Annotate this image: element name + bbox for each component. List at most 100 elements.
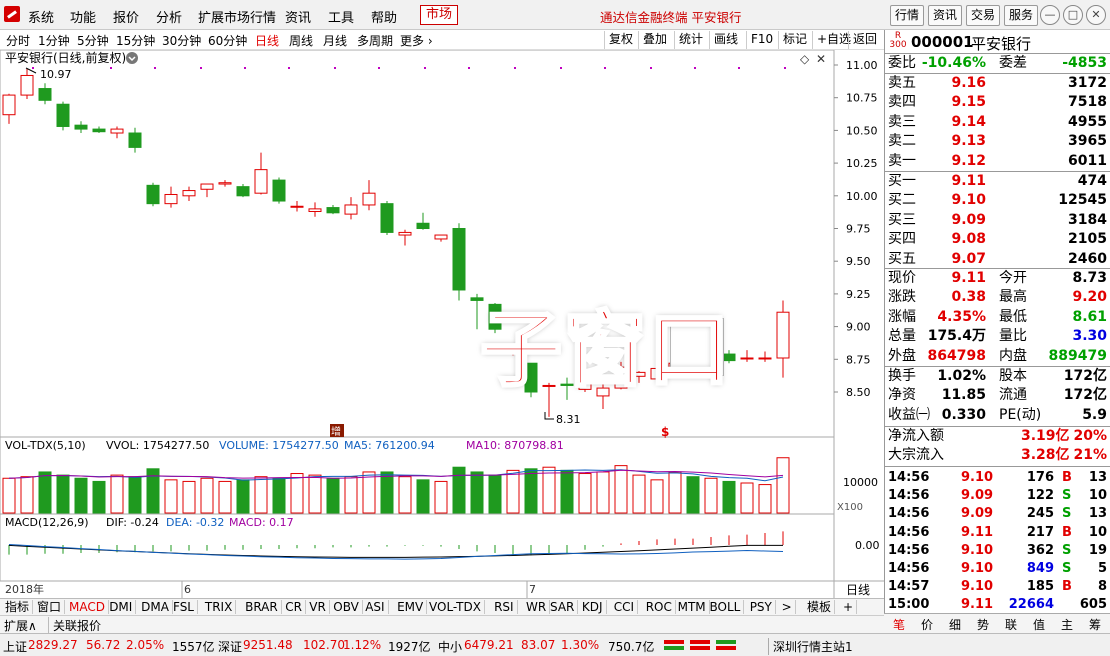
quote-tab-button[interactable]: 行情	[890, 5, 924, 26]
volume-bar[interactable]	[164, 479, 178, 514]
ask-price[interactable]: 9.16	[951, 74, 986, 92]
volume-bar[interactable]	[650, 479, 664, 514]
candle-body[interactable]	[164, 193, 178, 205]
candle-body[interactable]	[434, 234, 448, 240]
volume-bar[interactable]	[488, 474, 502, 514]
period-1min[interactable]: 1分钟	[38, 32, 70, 49]
volume-bar[interactable]	[272, 477, 286, 514]
volume-bar[interactable]	[362, 471, 376, 514]
volume-bar[interactable]	[452, 466, 466, 514]
volume-bar[interactable]	[596, 471, 610, 514]
quote-tab[interactable]: 值	[1026, 616, 1052, 633]
candle-body[interactable]	[128, 132, 142, 148]
volume-bar[interactable]	[74, 477, 88, 514]
indicator-tab-asi[interactable]: ASI	[362, 600, 389, 614]
ask-price[interactable]: 9.13	[951, 132, 986, 150]
period-30min[interactable]: 30分钟	[162, 32, 201, 49]
ask-price[interactable]: 9.12	[951, 152, 986, 170]
volume-bar[interactable]	[434, 480, 448, 514]
indicator-tab-dma[interactable]: DMA	[138, 600, 173, 614]
sh-index-label[interactable]: 上证	[3, 638, 27, 655]
quote-tab[interactable]: 势	[970, 616, 996, 633]
menu-help[interactable]: 帮助	[371, 7, 397, 26]
indicator-tab-roc[interactable]: ROC	[643, 600, 676, 614]
volume-bar[interactable]	[344, 476, 358, 514]
indicator-tab-vr[interactable]: VR	[306, 600, 330, 614]
tool-mark[interactable]: 标记	[778, 31, 807, 49]
period-5min[interactable]: 5分钟	[77, 32, 109, 49]
menu-extended-market[interactable]: 扩展市场行情	[198, 7, 276, 26]
quote-tab[interactable]: 笔	[886, 616, 912, 633]
trade-tick-row[interactable]: 14:57 9.10 185 B 8	[885, 578, 1110, 596]
trade-tick-row[interactable]: 14:56 9.10 176 B 13	[885, 469, 1110, 487]
candle-body[interactable]	[38, 88, 52, 101]
maximize-icon[interactable]: □	[1063, 5, 1083, 25]
period-multi[interactable]: 多周期	[357, 32, 393, 49]
candle-body[interactable]	[254, 169, 268, 194]
trade-tick-row[interactable]: 14:56 9.11 217 B 10	[885, 524, 1110, 542]
indicator-tab-obv[interactable]: OBV	[330, 600, 363, 614]
template-button[interactable]: 模板	[804, 600, 836, 614]
candle-body[interactable]	[308, 208, 322, 212]
tool-f10[interactable]: F10	[746, 31, 773, 49]
indicator-tab-kdj[interactable]: KDJ	[579, 600, 607, 614]
volume-bar[interactable]	[776, 457, 790, 514]
ask-price[interactable]: 9.14	[951, 113, 986, 131]
market-button[interactable]: 市场	[420, 5, 458, 25]
candle-body[interactable]	[398, 231, 412, 236]
candle-body[interactable]	[362, 192, 376, 206]
dividend-marker[interactable]: $	[661, 425, 669, 439]
indicator-tab-dmi[interactable]: DMI	[106, 600, 137, 614]
volume-bar[interactable]	[398, 476, 412, 514]
candle-body[interactable]	[110, 128, 124, 134]
volume-bar[interactable]	[614, 465, 628, 514]
related-quotes-tab[interactable]: 关联报价	[48, 617, 101, 634]
volume-bar[interactable]	[218, 480, 232, 514]
candle-body[interactable]	[776, 311, 790, 359]
candle-body[interactable]	[92, 128, 106, 133]
menu-system[interactable]: 系统	[28, 7, 54, 26]
volume-bar[interactable]	[380, 471, 394, 514]
candle-body[interactable]	[146, 184, 160, 205]
indicator-tab-vol-tdx[interactable]: VOL-TDX	[426, 600, 485, 614]
volume-bar[interactable]	[308, 474, 322, 514]
period-monthly[interactable]: 月线	[323, 32, 347, 49]
ask-price[interactable]: 9.15	[951, 93, 986, 111]
candle-body[interactable]	[74, 124, 88, 130]
indicator-tab-fsl[interactable]: FSL	[170, 600, 198, 614]
close-icon[interactable]: ✕	[1086, 5, 1106, 25]
indicator-tab-cci[interactable]: CCI	[611, 600, 639, 614]
menu-tools[interactable]: 工具	[328, 7, 354, 26]
volume-bar[interactable]	[542, 466, 556, 514]
expand-button[interactable]: 扩展∧	[4, 617, 37, 634]
volume-bar[interactable]	[56, 474, 70, 514]
candle-body[interactable]	[344, 204, 358, 215]
candle-body[interactable]	[326, 207, 340, 214]
candle-body[interactable]	[272, 179, 286, 202]
volume-bar[interactable]	[416, 479, 430, 514]
volume-bar[interactable]	[506, 469, 520, 514]
candle-body[interactable]	[740, 357, 754, 360]
trade-tick-row[interactable]: 15:00 9.11 22664 605	[885, 596, 1110, 614]
sz-index-label[interactable]: 深证	[218, 638, 242, 655]
tool-statistics[interactable]: 统计	[674, 31, 703, 49]
bid-price[interactable]: 9.11	[951, 172, 986, 190]
candle-body[interactable]	[380, 203, 394, 233]
indicator-tab-指标[interactable]: 指标	[2, 600, 34, 614]
indicator-tab-boll[interactable]: BOLL	[707, 600, 745, 614]
menu-quote[interactable]: 报价	[113, 7, 139, 26]
indicator-tab-psy[interactable]: PSY	[747, 600, 776, 614]
volume-bar[interactable]	[182, 480, 196, 514]
volume-bar[interactable]	[560, 469, 574, 514]
volume-bar[interactable]	[686, 476, 700, 514]
trade-tab-button[interactable]: 交易	[966, 5, 1000, 26]
indicator-tab-brar[interactable]: BRAR	[242, 600, 282, 614]
bid-price[interactable]: 9.08	[951, 230, 986, 248]
candle-body[interactable]	[758, 357, 772, 360]
candle-body[interactable]	[200, 183, 214, 190]
volume-bar[interactable]	[704, 477, 718, 514]
volume-bar[interactable]	[722, 480, 736, 514]
menu-news[interactable]: 资讯	[285, 7, 311, 26]
close-chart-icon[interactable]: ✕	[816, 52, 826, 66]
indicator-tab-trix[interactable]: TRIX	[202, 600, 237, 614]
